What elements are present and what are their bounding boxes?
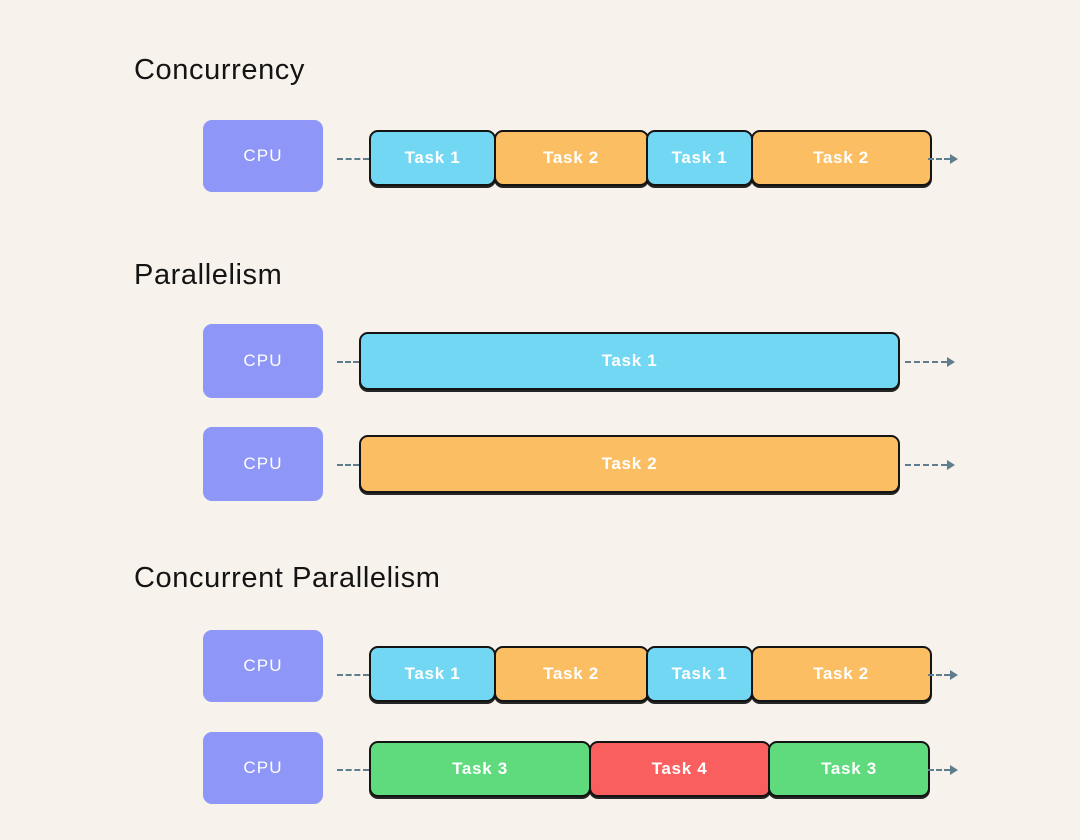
cpu-label: CPU xyxy=(243,758,283,777)
task-strip-parallelism-cpu-2: Task 2 xyxy=(359,435,900,493)
timeline-arrow-line-parallelism-cpu-2 xyxy=(905,464,947,466)
cpu-connector-concurrent-parallelism-cpu-1 xyxy=(337,674,369,676)
task-block-label: Task 2 xyxy=(813,664,869,683)
task-block[interactable]: Task 1 xyxy=(646,646,753,702)
timeline-arrow-line-parallelism-cpu-1 xyxy=(905,361,947,363)
task-block[interactable]: Task 3 xyxy=(369,741,591,797)
task-block-label: Task 1 xyxy=(404,664,461,683)
task-block-label: Task 1 xyxy=(671,148,728,167)
task-block-label: Task 2 xyxy=(543,148,599,167)
task-block[interactable]: Task 1 xyxy=(646,130,753,186)
timeline-arrow-head-concurrent-parallelism-cpu-1 xyxy=(950,669,958,680)
task-block[interactable]: Task 2 xyxy=(359,435,900,493)
section-title-concurrent-parallelism: Concurrent Parallelism xyxy=(134,562,441,594)
task-strip-concurrent-parallelism-cpu-2: Task 3 Task 4 Task 3 xyxy=(369,741,930,797)
task-block-label: Task 3 xyxy=(452,759,508,778)
task-block-label: Task 1 xyxy=(671,664,728,683)
cpu-connector-parallelism-cpu-2 xyxy=(337,464,359,466)
task-block[interactable]: Task 2 xyxy=(750,130,932,186)
task-block-label: Task 1 xyxy=(601,351,658,370)
task-block[interactable]: Task 3 xyxy=(768,741,930,797)
cpu-connector-concurrency-cpu-1 xyxy=(337,158,369,160)
task-block[interactable]: Task 2 xyxy=(493,646,649,702)
task-strip-concurrent-parallelism-cpu-1: Task 1 Task 2 Task 1 Task 2 xyxy=(369,646,932,702)
task-block-label: Task 3 xyxy=(821,759,877,778)
task-block[interactable]: Task 1 xyxy=(359,332,900,390)
cpu-connector-parallelism-cpu-1 xyxy=(337,361,359,363)
task-strip-concurrency-cpu-1: Task 1 Task 2 Task 1 Task 2 xyxy=(369,130,932,186)
task-block-label: Task 2 xyxy=(813,148,869,167)
task-block[interactable]: Task 2 xyxy=(750,646,932,702)
cpu-box-parallelism-cpu-1: CPU xyxy=(203,324,323,398)
cpu-box-concurrent-parallelism-cpu-1: CPU xyxy=(203,630,323,702)
task-block[interactable]: Task 1 xyxy=(369,646,496,702)
task-block[interactable]: Task 1 xyxy=(369,130,496,186)
timeline-arrow-line-concurrent-parallelism-cpu-2 xyxy=(928,769,950,771)
task-block[interactable]: Task 4 xyxy=(588,741,771,797)
timeline-arrow-head-concurrency-cpu-1 xyxy=(950,153,958,164)
cpu-label: CPU xyxy=(243,656,283,675)
diagram-canvas: Concurrency CPU Task 1 Task 2 Task 1 Task 2 Pa… xyxy=(0,0,1080,840)
timeline-arrow-line-concurrency-cpu-1 xyxy=(928,158,950,160)
cpu-label: CPU xyxy=(243,351,283,370)
cpu-connector-concurrent-parallelism-cpu-2 xyxy=(337,769,369,771)
task-strip-parallelism-cpu-1: Task 1 xyxy=(359,332,900,390)
task-block-label: Task 2 xyxy=(543,664,599,683)
task-block-label: Task 1 xyxy=(404,148,461,167)
cpu-box-concurrent-parallelism-cpu-2: CPU xyxy=(203,732,323,804)
timeline-arrow-head-concurrent-parallelism-cpu-2 xyxy=(950,764,958,775)
cpu-label: CPU xyxy=(243,146,283,165)
timeline-arrow-head-parallelism-cpu-2 xyxy=(947,459,955,470)
task-block-label: Task 4 xyxy=(651,759,708,778)
cpu-label: CPU xyxy=(243,454,283,473)
task-block[interactable]: Task 2 xyxy=(493,130,649,186)
timeline-arrow-line-concurrent-parallelism-cpu-1 xyxy=(928,674,950,676)
task-block-label: Task 2 xyxy=(601,454,658,473)
section-title-parallelism: Parallelism xyxy=(134,259,283,291)
section-title-concurrency: Concurrency xyxy=(134,54,305,86)
timeline-arrow-head-parallelism-cpu-1 xyxy=(947,356,955,367)
cpu-box-concurrency-cpu-1: CPU xyxy=(203,120,323,192)
cpu-box-parallelism-cpu-2: CPU xyxy=(203,427,323,501)
